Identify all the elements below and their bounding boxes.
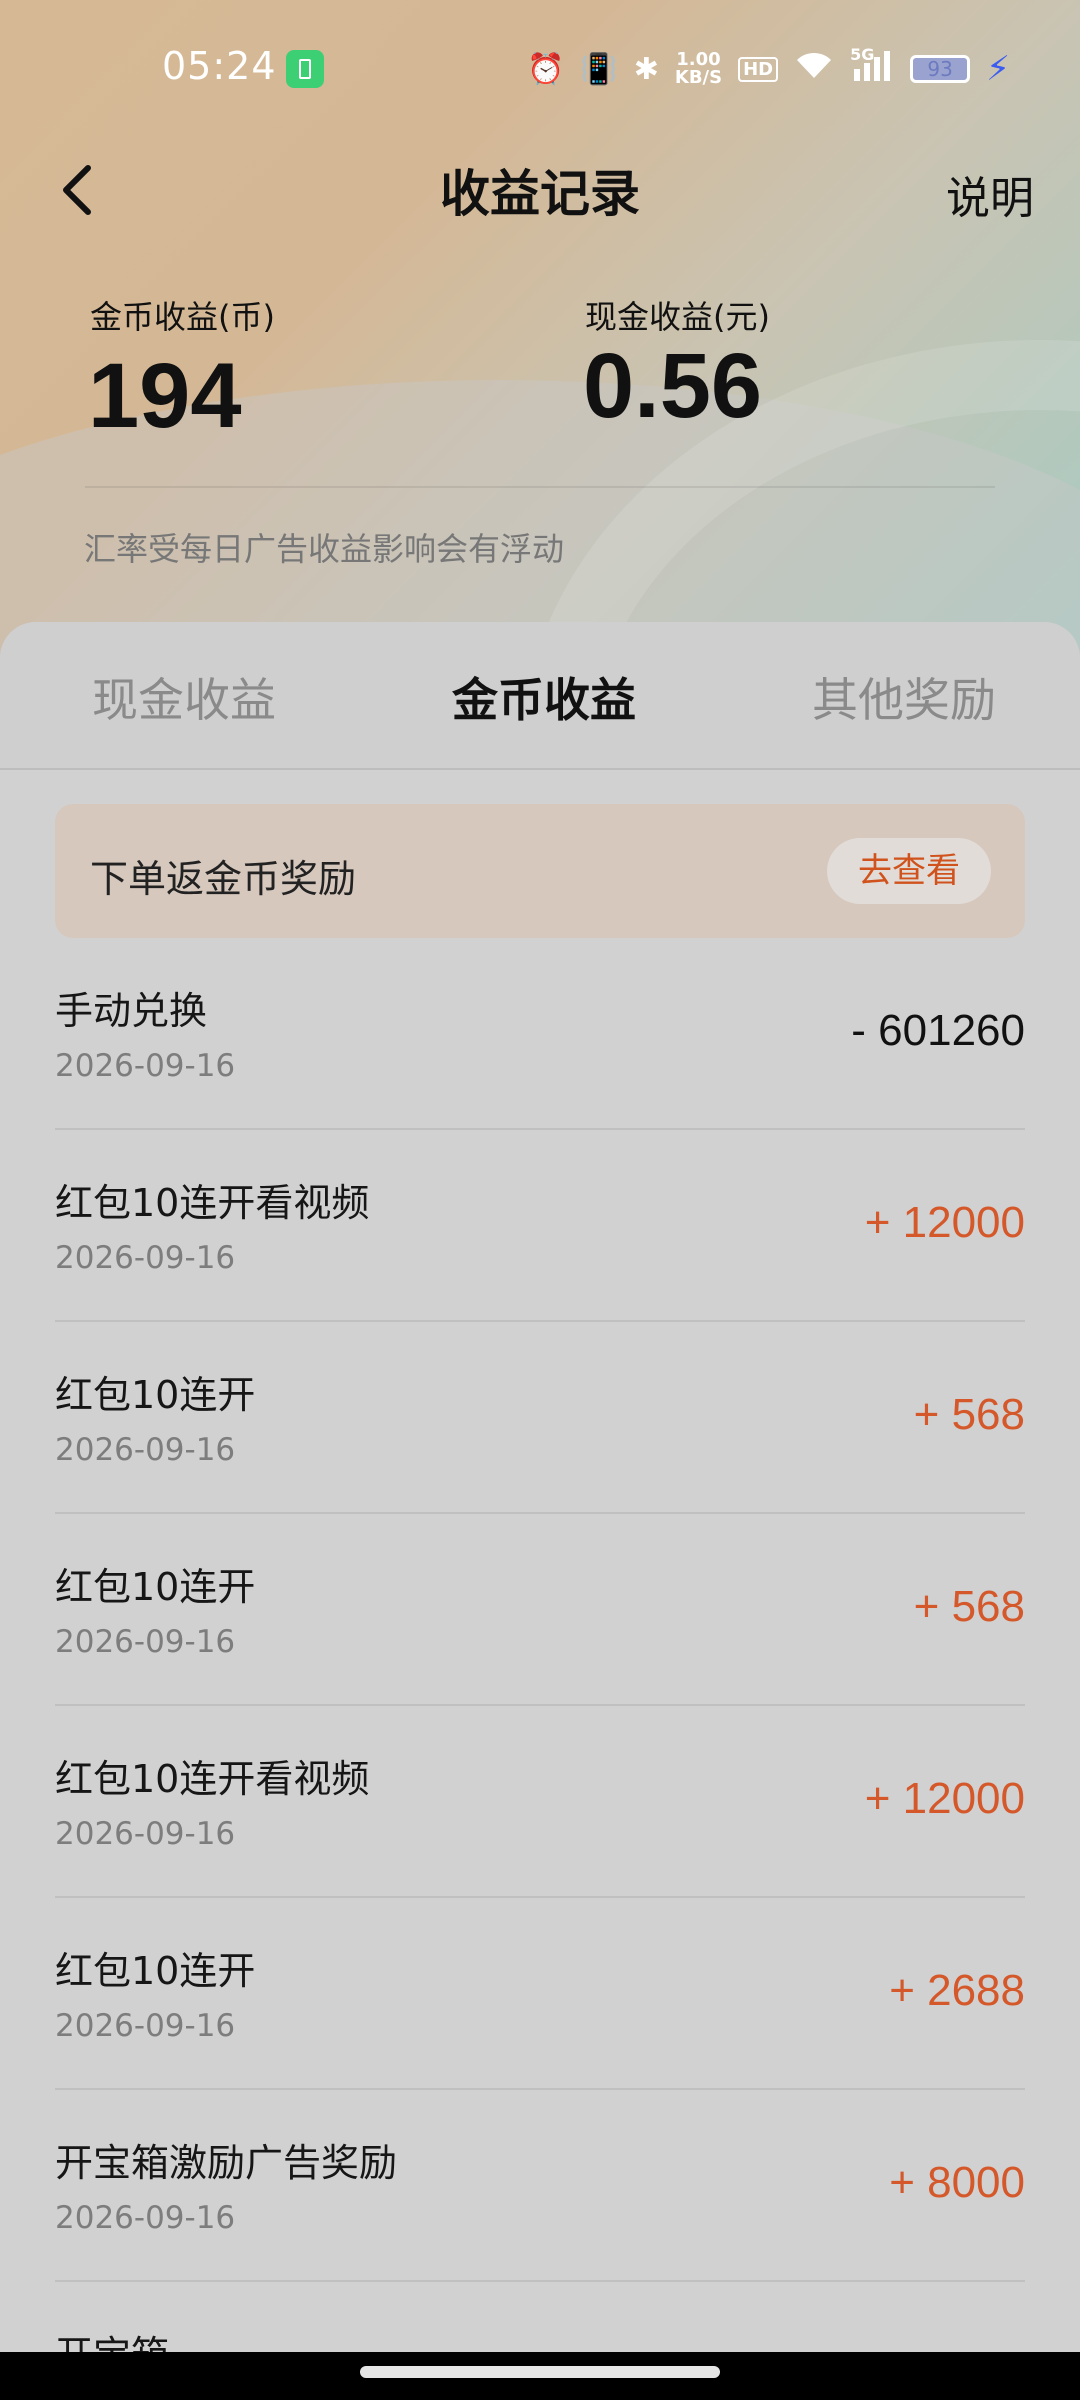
status-time: 05:24 xyxy=(162,44,277,88)
record-row: 开宝箱激励广告奖励 2026-09-16 + 8000 xyxy=(55,2090,1025,2282)
record-date: 2026-09-16 xyxy=(55,1048,236,1084)
charging-icon: ⚡ xyxy=(986,49,1010,89)
record-amount: + 568 xyxy=(913,1390,1025,1439)
status-bar: 05:24 ⏰ 📳 ✱ 1.00 KB/S HD 5G 93 ⚡ xyxy=(0,0,1080,136)
record-amount: + 12000 xyxy=(864,1774,1025,1823)
record-amount: + 568 xyxy=(913,1582,1025,1631)
record-row: 红包10连开 2026-09-16 + 568 xyxy=(55,1322,1025,1514)
record-title: 红包10连开看视频 xyxy=(55,1181,370,1225)
bluetooth-icon: ✱ xyxy=(633,51,659,87)
record-title: 红包10连开看视频 xyxy=(55,1757,370,1801)
record-row: 红包10连开看视频 2026-09-16 + 12000 xyxy=(55,1706,1025,1898)
record-row: 红包10连开看视频 2026-09-16 + 12000 xyxy=(55,1130,1025,1322)
record-date: 2026-09-16 xyxy=(55,1624,236,1660)
page-header: 收益记录 说明 xyxy=(0,136,1080,246)
record-title: 开宝箱激励广告奖励 xyxy=(55,2141,398,2185)
view-button[interactable]: 去查看 xyxy=(827,838,991,904)
record-date: 2026-09-16 xyxy=(55,1816,236,1852)
tab-cash-earnings[interactable]: 现金收益 xyxy=(92,664,276,730)
record-date: 2026-09-16 xyxy=(55,1432,236,1468)
tab-coin-earnings[interactable]: 金币收益 xyxy=(452,664,636,730)
record-title: 手动兑换 xyxy=(55,989,208,1033)
record-title: 红包10连开 xyxy=(55,1373,256,1417)
record-row: 红包10连开 2026-09-16 + 2688 xyxy=(55,1898,1025,2090)
record-row: 红包10连开 2026-09-16 + 568 xyxy=(55,1514,1025,1706)
record-date: 2026-09-16 xyxy=(55,1240,236,1276)
battery-saver-icon xyxy=(286,50,324,88)
record-title: 红包10连开 xyxy=(55,1565,256,1609)
earnings-record-list: 手动兑换 2026-09-16 - 601260 红包10连开看视频 2026-… xyxy=(55,938,1025,2362)
speed-unit: KB/S xyxy=(674,67,723,88)
exchange-rate-note: 汇率受每日广告收益影响会有浮动 xyxy=(84,530,565,568)
cash-earnings-value: 0.56 xyxy=(583,335,763,437)
network-type: 5G xyxy=(850,45,875,64)
record-amount: + 8000 xyxy=(889,2158,1025,2207)
wifi-icon xyxy=(794,50,834,88)
page-title: 收益记录 xyxy=(440,165,640,223)
coin-earnings-label: 金币收益(币) xyxy=(90,298,275,336)
tab-other-rewards[interactable]: 其他奖励 xyxy=(812,664,996,730)
earnings-panel: 现金收益 金币收益 其他奖励 下单返金币奖励 去查看 手动兑换 2026-09-… xyxy=(0,622,1080,2362)
record-date: 2026-09-16 xyxy=(55,2200,236,2236)
explain-link[interactable]: 说明 xyxy=(946,162,1034,226)
summary-divider xyxy=(85,486,995,488)
hd-icon: HD xyxy=(738,56,779,82)
battery-icon: 93 xyxy=(910,55,971,83)
record-amount: - 601260 xyxy=(851,1006,1025,1055)
home-gesture-handle[interactable] xyxy=(360,2366,720,2378)
record-amount: + 2688 xyxy=(889,1966,1025,2015)
promo-text: 下单返金币奖励 xyxy=(90,857,357,901)
status-icons: ⏰ 📳 ✱ 1.00 KB/S HD 5G 93 ⚡ xyxy=(527,44,1010,94)
cash-earnings-label: 现金收益(元) xyxy=(585,298,770,336)
coin-earnings-value: 194 xyxy=(88,345,242,447)
record-amount: + 12000 xyxy=(864,1198,1025,1247)
alarm-icon: ⏰ xyxy=(527,51,565,87)
navigation-bar xyxy=(0,2352,1080,2400)
earnings-tabs: 现金收益 金币收益 其他奖励 xyxy=(0,622,1080,770)
record-row: 手动兑换 2026-09-16 - 601260 xyxy=(55,938,1025,1130)
cellular-signal-icon: 5G xyxy=(850,45,894,89)
vibrate-icon: 📳 xyxy=(580,51,618,87)
record-date: 2026-09-16 xyxy=(55,2008,236,2044)
record-title: 红包10连开 xyxy=(55,1949,256,1993)
record-row: 开宝箱 xyxy=(55,2282,1025,2362)
network-speed: 1.00 KB/S xyxy=(675,51,722,87)
order-coin-reward-banner[interactable]: 下单返金币奖励 去查看 xyxy=(55,804,1025,938)
